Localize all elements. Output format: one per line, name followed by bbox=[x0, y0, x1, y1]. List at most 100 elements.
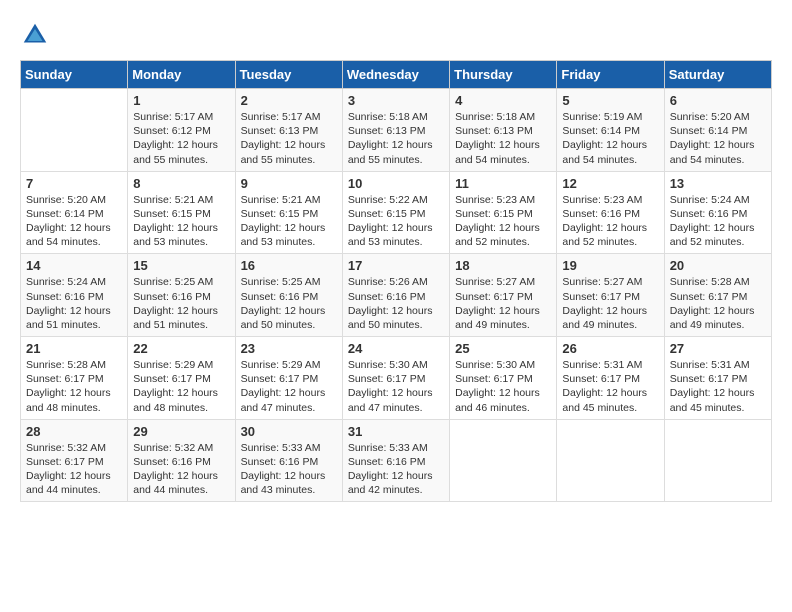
day-number: 19 bbox=[562, 258, 658, 273]
day-info: Sunrise: 5:23 AM Sunset: 6:16 PM Dayligh… bbox=[562, 193, 658, 250]
day-info: Sunrise: 5:31 AM Sunset: 6:17 PM Dayligh… bbox=[562, 358, 658, 415]
calendar-cell: 4 Sunrise: 5:18 AM Sunset: 6:13 PM Daylig… bbox=[450, 89, 557, 172]
calendar-cell: 1 Sunrise: 5:17 AM Sunset: 6:12 PM Daylig… bbox=[128, 89, 235, 172]
day-number: 30 bbox=[241, 424, 337, 439]
day-info: Sunrise: 5:25 AM Sunset: 6:16 PM Dayligh… bbox=[133, 275, 229, 332]
day-number: 11 bbox=[455, 176, 551, 191]
day-number: 22 bbox=[133, 341, 229, 356]
calendar-cell: 16 Sunrise: 5:25 AM Sunset: 6:16 PM Dayli… bbox=[235, 254, 342, 337]
calendar-cell: 5 Sunrise: 5:19 AM Sunset: 6:14 PM Daylig… bbox=[557, 89, 664, 172]
calendar-cell: 24 Sunrise: 5:30 AM Sunset: 6:17 PM Dayli… bbox=[342, 337, 449, 420]
day-info: Sunrise: 5:17 AM Sunset: 6:12 PM Dayligh… bbox=[133, 110, 229, 167]
calendar-cell: 26 Sunrise: 5:31 AM Sunset: 6:17 PM Dayli… bbox=[557, 337, 664, 420]
day-info: Sunrise: 5:20 AM Sunset: 6:14 PM Dayligh… bbox=[26, 193, 122, 250]
day-number: 6 bbox=[670, 93, 766, 108]
calendar-cell: 2Sunrise: 5:17 AM Sunset: 6:13 PM Daylig… bbox=[235, 89, 342, 172]
calendar-cell: 10 Sunrise: 5:22 AM Sunset: 6:15 PM Dayli… bbox=[342, 171, 449, 254]
day-number: 28 bbox=[26, 424, 122, 439]
day-number: 9 bbox=[241, 176, 337, 191]
day-info: Sunrise: 5:28 AM Sunset: 6:17 PM Dayligh… bbox=[26, 358, 122, 415]
day-number: 31 bbox=[348, 424, 444, 439]
day-number: 25 bbox=[455, 341, 551, 356]
day-number: 16 bbox=[241, 258, 337, 273]
calendar-cell: 30 Sunrise: 5:33 AM Sunset: 6:16 PM Dayli… bbox=[235, 419, 342, 502]
day-number: 24 bbox=[348, 341, 444, 356]
day-info: Sunrise: 5:18 AM Sunset: 6:13 PM Dayligh… bbox=[455, 110, 551, 167]
calendar-cell bbox=[557, 419, 664, 502]
page-header bbox=[20, 20, 772, 50]
calendar-cell: 31 Sunrise: 5:33 AM Sunset: 6:16 PM Dayli… bbox=[342, 419, 449, 502]
day-info: Sunrise: 5:27 AM Sunset: 6:17 PM Dayligh… bbox=[562, 275, 658, 332]
day-info: Sunrise: 5:32 AM Sunset: 6:16 PM Dayligh… bbox=[133, 441, 229, 498]
logo bbox=[20, 20, 54, 50]
day-number: 17 bbox=[348, 258, 444, 273]
day-number: 20 bbox=[670, 258, 766, 273]
day-info: Sunrise: 5:32 AM Sunset: 6:17 PM Dayligh… bbox=[26, 441, 122, 498]
day-info: Sunrise: 5:18 AM Sunset: 6:13 PM Dayligh… bbox=[348, 110, 444, 167]
day-number: 5 bbox=[562, 93, 658, 108]
calendar-table: SundayMondayTuesdayWednesdayThursdayFrid… bbox=[20, 60, 772, 502]
calendar-cell bbox=[664, 419, 771, 502]
calendar-cell: 7 Sunrise: 5:20 AM Sunset: 6:14 PM Daylig… bbox=[21, 171, 128, 254]
day-info: Sunrise: 5:25 AM Sunset: 6:16 PM Dayligh… bbox=[241, 275, 337, 332]
day-info: Sunrise: 5:24 AM Sunset: 6:16 PM Dayligh… bbox=[26, 275, 122, 332]
column-header-thursday: Thursday bbox=[450, 61, 557, 89]
day-number: 7 bbox=[26, 176, 122, 191]
column-header-tuesday: Tuesday bbox=[235, 61, 342, 89]
column-header-friday: Friday bbox=[557, 61, 664, 89]
day-info: Sunrise: 5:26 AM Sunset: 6:16 PM Dayligh… bbox=[348, 275, 444, 332]
column-header-wednesday: Wednesday bbox=[342, 61, 449, 89]
day-info: Sunrise: 5:33 AM Sunset: 6:16 PM Dayligh… bbox=[348, 441, 444, 498]
day-number: 29 bbox=[133, 424, 229, 439]
calendar-cell: 3 Sunrise: 5:18 AM Sunset: 6:13 PM Daylig… bbox=[342, 89, 449, 172]
calendar-cell: 14 Sunrise: 5:24 AM Sunset: 6:16 PM Dayli… bbox=[21, 254, 128, 337]
calendar-cell: 8Sunrise: 5:21 AM Sunset: 6:15 PM Daylig… bbox=[128, 171, 235, 254]
day-number: 4 bbox=[455, 93, 551, 108]
calendar-week-row: 1 Sunrise: 5:17 AM Sunset: 6:12 PM Daylig… bbox=[21, 89, 772, 172]
day-info: Sunrise: 5:29 AM Sunset: 6:17 PM Dayligh… bbox=[241, 358, 337, 415]
day-info: Sunrise: 5:21 AM Sunset: 6:15 PM Dayligh… bbox=[241, 193, 337, 250]
day-info: Sunrise: 5:29 AM Sunset: 6:17 PM Dayligh… bbox=[133, 358, 229, 415]
day-number: 10 bbox=[348, 176, 444, 191]
day-number: 2 bbox=[241, 93, 337, 108]
calendar-cell: 9 Sunrise: 5:21 AM Sunset: 6:15 PM Daylig… bbox=[235, 171, 342, 254]
day-number: 15 bbox=[133, 258, 229, 273]
calendar-cell: 17 Sunrise: 5:26 AM Sunset: 6:16 PM Dayli… bbox=[342, 254, 449, 337]
day-number: 12 bbox=[562, 176, 658, 191]
calendar-cell: 15 Sunrise: 5:25 AM Sunset: 6:16 PM Dayli… bbox=[128, 254, 235, 337]
calendar-cell: 20 Sunrise: 5:28 AM Sunset: 6:17 PM Dayli… bbox=[664, 254, 771, 337]
day-number: 26 bbox=[562, 341, 658, 356]
day-info: Sunrise: 5:30 AM Sunset: 6:17 PM Dayligh… bbox=[455, 358, 551, 415]
calendar-cell bbox=[450, 419, 557, 502]
day-info: Sunrise: 5:28 AM Sunset: 6:17 PM Dayligh… bbox=[670, 275, 766, 332]
calendar-cell: 27Sunrise: 5:31 AM Sunset: 6:17 PM Dayli… bbox=[664, 337, 771, 420]
calendar-cell: 18 Sunrise: 5:27 AM Sunset: 6:17 PM Dayli… bbox=[450, 254, 557, 337]
calendar-header-row: SundayMondayTuesdayWednesdayThursdayFrid… bbox=[21, 61, 772, 89]
day-info: Sunrise: 5:19 AM Sunset: 6:14 PM Dayligh… bbox=[562, 110, 658, 167]
calendar-cell: 12 Sunrise: 5:23 AM Sunset: 6:16 PM Dayli… bbox=[557, 171, 664, 254]
day-number: 14 bbox=[26, 258, 122, 273]
calendar-cell: 19 Sunrise: 5:27 AM Sunset: 6:17 PM Dayli… bbox=[557, 254, 664, 337]
day-number: 8 bbox=[133, 176, 229, 191]
calendar-week-row: 21 Sunrise: 5:28 AM Sunset: 6:17 PM Dayli… bbox=[21, 337, 772, 420]
day-number: 23 bbox=[241, 341, 337, 356]
day-number: 1 bbox=[133, 93, 229, 108]
day-number: 21 bbox=[26, 341, 122, 356]
calendar-cell: 21 Sunrise: 5:28 AM Sunset: 6:17 PM Dayli… bbox=[21, 337, 128, 420]
calendar-cell: 11Sunrise: 5:23 AM Sunset: 6:15 PM Dayli… bbox=[450, 171, 557, 254]
day-number: 18 bbox=[455, 258, 551, 273]
calendar-week-row: 14 Sunrise: 5:24 AM Sunset: 6:16 PM Dayli… bbox=[21, 254, 772, 337]
day-info: Sunrise: 5:33 AM Sunset: 6:16 PM Dayligh… bbox=[241, 441, 337, 498]
calendar-week-row: 7 Sunrise: 5:20 AM Sunset: 6:14 PM Daylig… bbox=[21, 171, 772, 254]
calendar-cell: 23 Sunrise: 5:29 AM Sunset: 6:17 PM Dayli… bbox=[235, 337, 342, 420]
calendar-cell bbox=[21, 89, 128, 172]
day-info: Sunrise: 5:30 AM Sunset: 6:17 PM Dayligh… bbox=[348, 358, 444, 415]
day-info: Sunrise: 5:27 AM Sunset: 6:17 PM Dayligh… bbox=[455, 275, 551, 332]
calendar-cell: 29 Sunrise: 5:32 AM Sunset: 6:16 PM Dayli… bbox=[128, 419, 235, 502]
column-header-saturday: Saturday bbox=[664, 61, 771, 89]
calendar-cell: 6Sunrise: 5:20 AM Sunset: 6:14 PM Daylig… bbox=[664, 89, 771, 172]
calendar-cell: 13Sunrise: 5:24 AM Sunset: 6:16 PM Dayli… bbox=[664, 171, 771, 254]
day-info: Sunrise: 5:22 AM Sunset: 6:15 PM Dayligh… bbox=[348, 193, 444, 250]
day-number: 3 bbox=[348, 93, 444, 108]
day-info: Sunrise: 5:24 AM Sunset: 6:16 PM Dayligh… bbox=[670, 193, 766, 250]
